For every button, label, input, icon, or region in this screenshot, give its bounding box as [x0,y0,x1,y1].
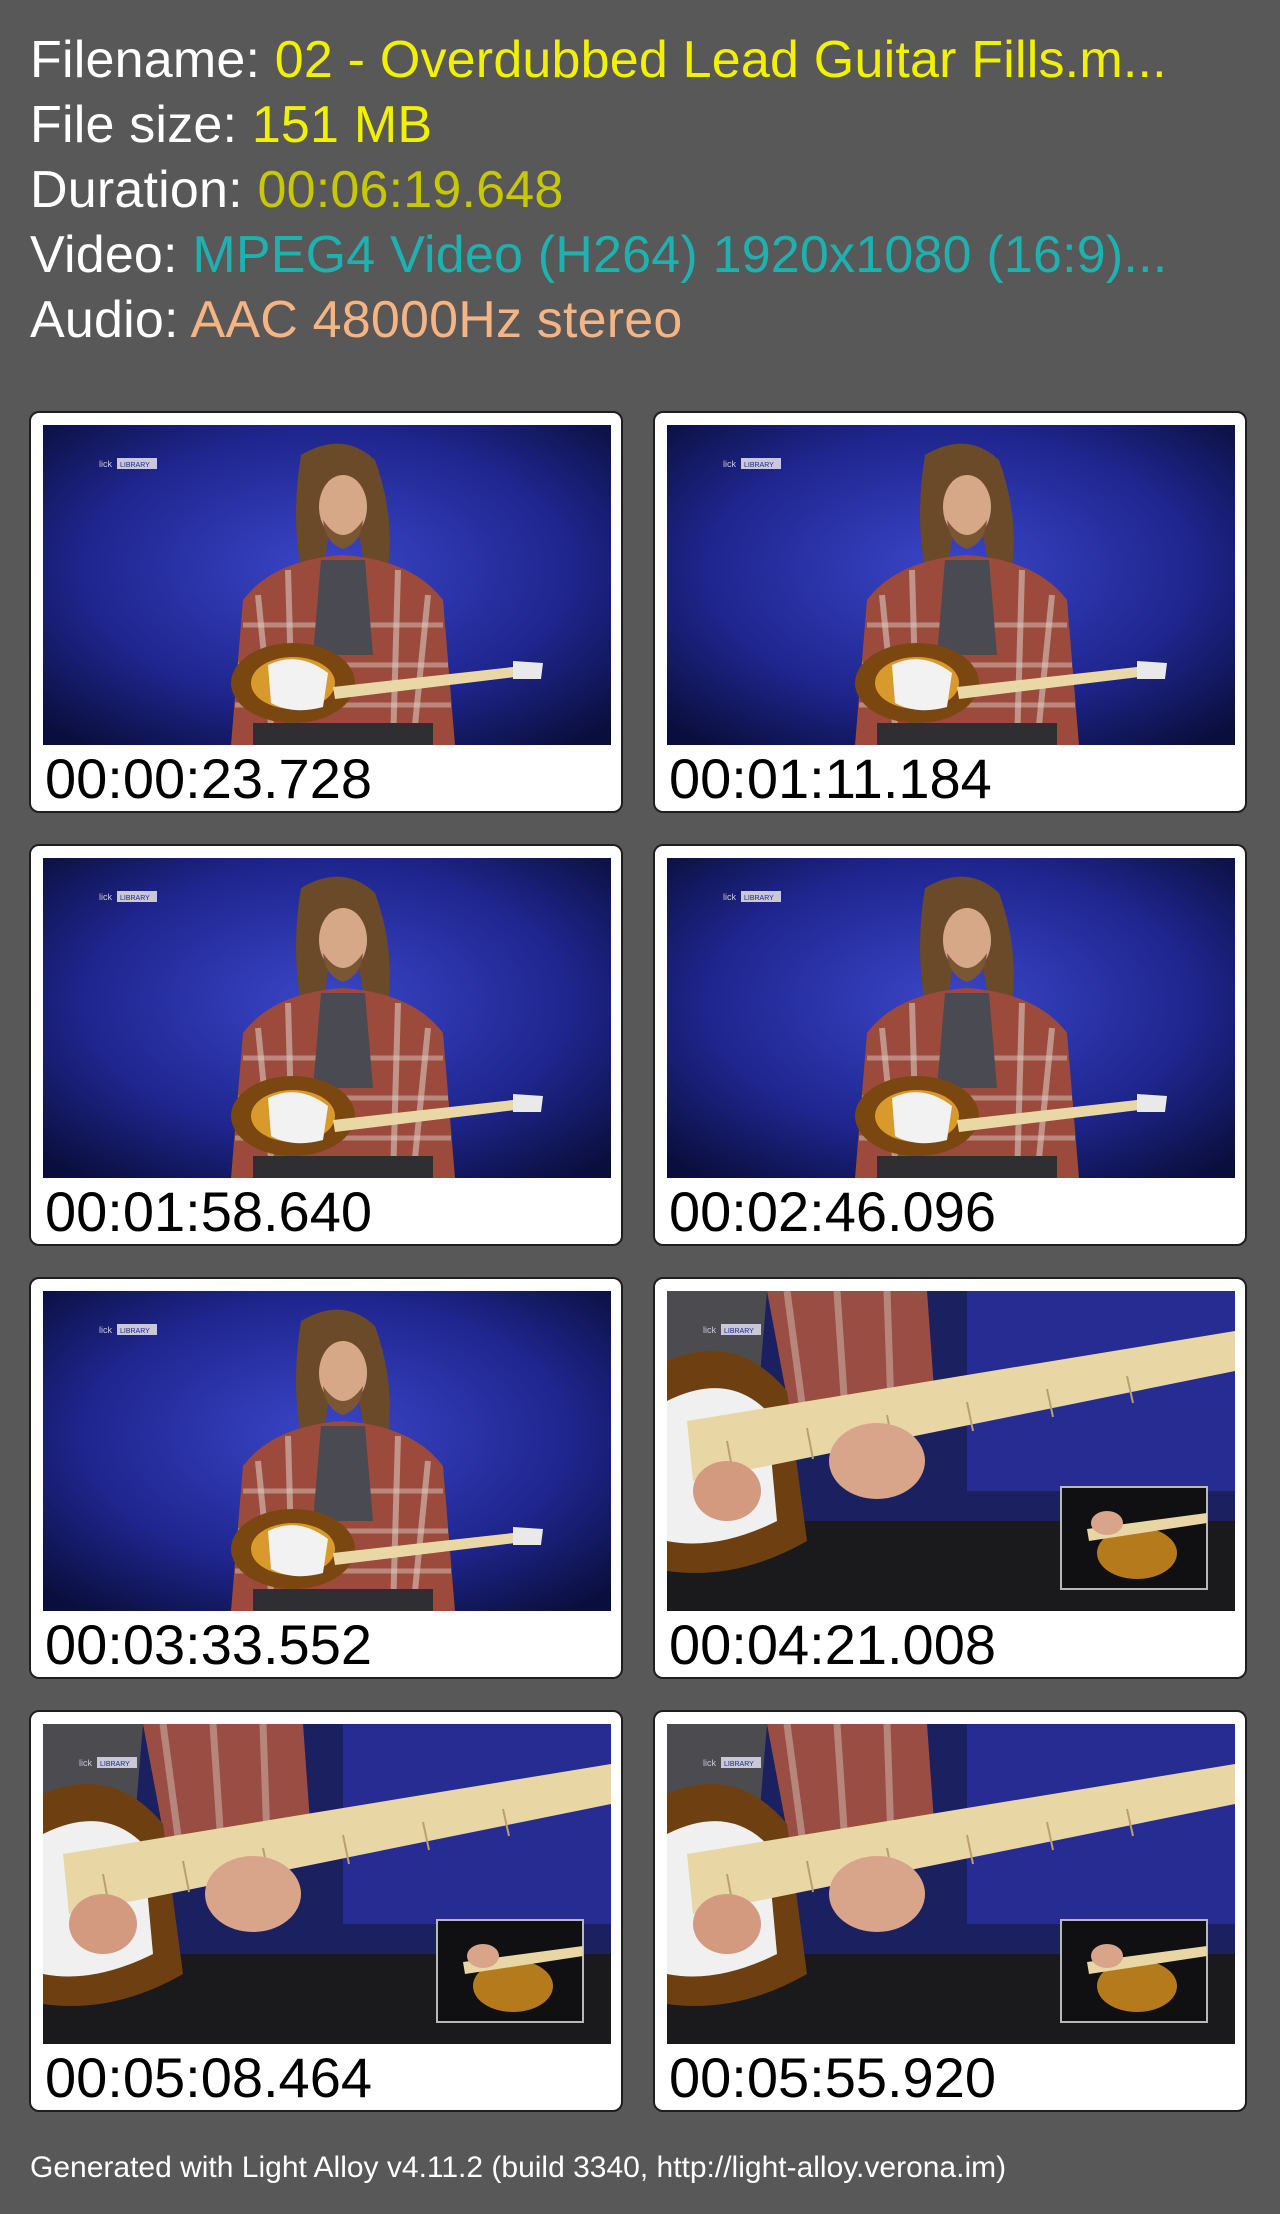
video-frame-image: lick LIBRARY [667,1291,1235,1611]
video-value: MPEG4 Video (H264) 1920x1080 (16:9)... [192,226,1168,284]
frame-timestamp: 00:01:11.184 [669,747,992,810]
frame-timestamp: 00:03:33.552 [45,1613,372,1676]
video-frame-image: lick LIBRARY [43,1291,611,1611]
audio-label: Audio: [30,291,179,349]
frame-timestamp: 00:01:58.640 [45,1180,372,1243]
svg-text:lick: lick [79,1758,92,1768]
video-frame-image: lick LIBRARY [667,1724,1235,2044]
filesize-line: File size: 151 MB [30,93,1255,158]
file-info-panel: Filename: 02 - Overdubbed Lead Guitar Fi… [30,28,1255,353]
svg-text:lick: lick [99,459,112,469]
video-frame-image: lick LIBRARY [43,1724,611,2044]
svg-text:lick: lick [703,1325,716,1335]
thumbnail-card: lick LIBRARY 00:03:33.552 [29,1277,623,1679]
filename-value: 02 - Overdubbed Lead Guitar Fills.m... [274,31,1167,89]
thumbnail-card: lick LIBRARY 00:01:11.184 [653,411,1247,813]
svg-text:lick: lick [703,1758,716,1768]
frame-timestamp: 00:00:23.728 [45,747,372,810]
svg-text:LIBRARY: LIBRARY [724,1328,754,1335]
svg-text:LIBRARY: LIBRARY [744,895,774,902]
svg-text:LIBRARY: LIBRARY [120,895,150,902]
svg-text:LIBRARY: LIBRARY [724,1761,754,1768]
thumbnail-card: lick LIBRARY 00:00:23.728 [29,411,623,813]
video-frame-image: lick LIBRARY [43,858,611,1178]
thumbnail-card: lick LIBRARY 00:05:08.464 [29,1710,623,2112]
thumbnail-card: lick LIBRARY 00:05:55.920 [653,1710,1247,2112]
duration-label: Duration: [30,161,243,219]
video-frame-image: lick LIBRARY [667,425,1235,745]
video-frame-image: lick LIBRARY [43,425,611,745]
generator-footer: Generated with Light Alloy v4.11.2 (buil… [30,2151,1007,2184]
frame-timestamp: 00:05:55.920 [669,2046,996,2109]
filename-line: Filename: 02 - Overdubbed Lead Guitar Fi… [30,28,1255,93]
svg-text:lick: lick [723,459,736,469]
svg-text:lick: lick [99,1325,112,1335]
svg-text:lick: lick [99,892,112,902]
frame-timestamp: 00:02:46.096 [669,1180,996,1243]
filesize-label: File size: [30,96,238,154]
frame-timestamp: 00:05:08.464 [45,2046,372,2109]
audio-line: Audio: AAC 48000Hz stereo [30,288,1255,353]
video-line: Video: MPEG4 Video (H264) 1920x1080 (16:… [30,223,1255,288]
video-label: Video: [30,226,178,284]
svg-text:LIBRARY: LIBRARY [744,462,774,469]
filename-label: Filename: [30,31,261,89]
duration-value: 00:06:19.648 [257,161,564,219]
svg-text:LIBRARY: LIBRARY [100,1761,130,1768]
svg-text:lick: lick [723,892,736,902]
video-frame-image: lick LIBRARY [667,858,1235,1178]
filesize-value: 151 MB [251,96,433,154]
duration-line: Duration: 00:06:19.648 [30,158,1255,223]
svg-text:LIBRARY: LIBRARY [120,1328,150,1335]
audio-value: AAC 48000Hz stereo [190,291,683,349]
frame-timestamp: 00:04:21.008 [669,1613,996,1676]
thumbnail-card: lick LIBRARY 00:04:21.008 [653,1277,1247,1679]
thumbnail-card: lick LIBRARY 00:01:58.640 [29,844,623,1246]
svg-text:LIBRARY: LIBRARY [120,462,150,469]
thumbnail-card: lick LIBRARY 00:02:46.096 [653,844,1247,1246]
